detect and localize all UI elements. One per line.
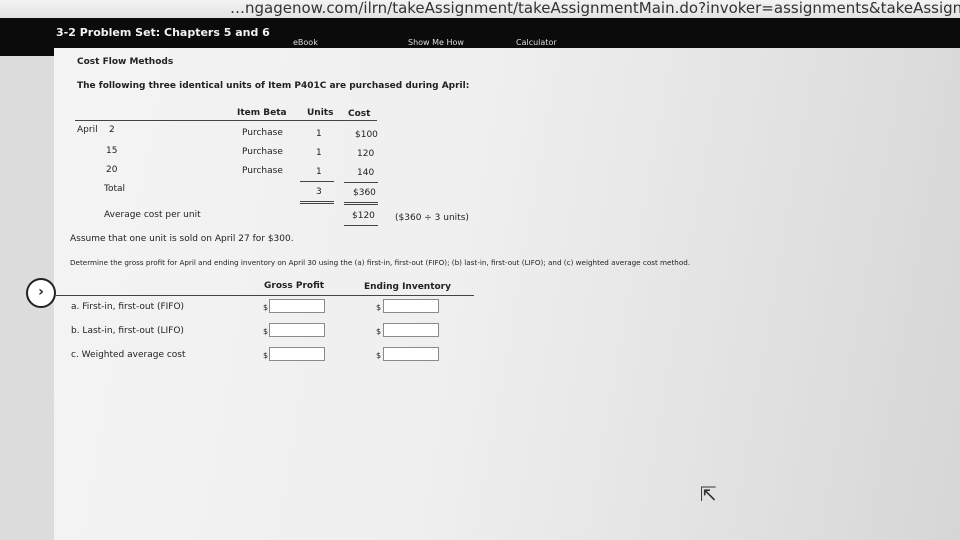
average-cost-value: $120 bbox=[352, 211, 375, 221]
col-header-ending-inventory: Ending Inventory bbox=[364, 282, 451, 292]
col-header-cost: Cost bbox=[348, 109, 371, 119]
lifo-ending-inventory-input[interactable] bbox=[383, 323, 439, 337]
fifo-gross-profit-input[interactable] bbox=[269, 299, 325, 313]
show-me-how-link[interactable]: Show Me How bbox=[408, 38, 464, 47]
cost-total-rule-double bbox=[344, 204, 378, 205]
weighted-gross-profit-input[interactable] bbox=[269, 347, 325, 361]
chevron-right-icon[interactable]: › bbox=[26, 278, 56, 308]
assignment-title: 3-2 Problem Set: Chapters 5 and 6 bbox=[56, 26, 270, 39]
ebook-link[interactable]: eBook bbox=[293, 38, 318, 47]
dollar-sign: $ bbox=[376, 351, 382, 360]
col-header-item: Item Beta bbox=[237, 108, 287, 118]
row-item: Purchase bbox=[242, 166, 283, 176]
average-cost-note: ($360 ÷ 3 units) bbox=[395, 213, 469, 223]
row-units: 1 bbox=[316, 129, 322, 139]
units-total-rule bbox=[300, 201, 334, 202]
dollar-sign: $ bbox=[263, 327, 269, 336]
instruction-text: Determine the gross profit for April and… bbox=[70, 258, 691, 267]
row-item: Purchase bbox=[242, 128, 283, 138]
problem-intro: The following three identical units of I… bbox=[77, 81, 470, 91]
answer-label: c. Weighted average cost bbox=[71, 350, 186, 360]
weighted-ending-inventory-input[interactable] bbox=[383, 347, 439, 361]
row-day: 20 bbox=[106, 165, 118, 175]
units-subtotal-rule bbox=[300, 181, 334, 182]
dollar-sign: $ bbox=[263, 351, 269, 360]
header-rule bbox=[75, 120, 377, 121]
answer-label: a. First-in, first-out (FIFO) bbox=[71, 302, 185, 312]
row-units: 1 bbox=[316, 148, 322, 158]
row-item: Purchase bbox=[242, 147, 283, 157]
calculator-link[interactable]: Calculator bbox=[516, 38, 557, 47]
total-cost: $360 bbox=[353, 188, 376, 198]
row-cost: $100 bbox=[355, 130, 378, 140]
row-cost: 120 bbox=[357, 149, 375, 159]
average-cost-rule bbox=[344, 225, 378, 226]
fifo-ending-inventory-input[interactable] bbox=[383, 299, 439, 313]
problem-heading: Cost Flow Methods bbox=[77, 57, 174, 67]
row-day: 2 bbox=[109, 125, 115, 135]
row-day: 15 bbox=[106, 146, 118, 156]
mouse-pointer-icon: ⇱ bbox=[700, 482, 717, 506]
col-header-units: Units bbox=[307, 108, 334, 118]
cost-total-rule bbox=[344, 202, 378, 203]
dollar-sign: $ bbox=[263, 303, 269, 312]
total-label: Total bbox=[104, 184, 126, 194]
total-units: 3 bbox=[316, 187, 322, 197]
average-cost-label: Average cost per unit bbox=[104, 210, 201, 220]
row-cost: 140 bbox=[357, 168, 375, 178]
answer-label: b. Last-in, first-out (LIFO) bbox=[71, 326, 184, 336]
col-header-gross-profit: Gross Profit bbox=[264, 281, 325, 291]
cost-subtotal-rule bbox=[344, 182, 378, 183]
browser-url-bar[interactable]: …ngagenow.com/ilrn/takeAssignment/takeAs… bbox=[0, 0, 960, 19]
units-total-rule-double bbox=[300, 203, 334, 204]
dollar-sign: $ bbox=[376, 303, 382, 312]
assumption-text: Assume that one unit is sold on April 27… bbox=[70, 234, 294, 244]
url-text: …ngagenow.com/ilrn/takeAssignment/takeAs… bbox=[230, 0, 960, 17]
answer-header-rule bbox=[56, 295, 474, 296]
month-label: April bbox=[77, 125, 98, 135]
dollar-sign: $ bbox=[376, 327, 382, 336]
row-units: 1 bbox=[316, 167, 322, 177]
lifo-gross-profit-input[interactable] bbox=[269, 323, 325, 337]
problem-panel bbox=[54, 48, 960, 540]
